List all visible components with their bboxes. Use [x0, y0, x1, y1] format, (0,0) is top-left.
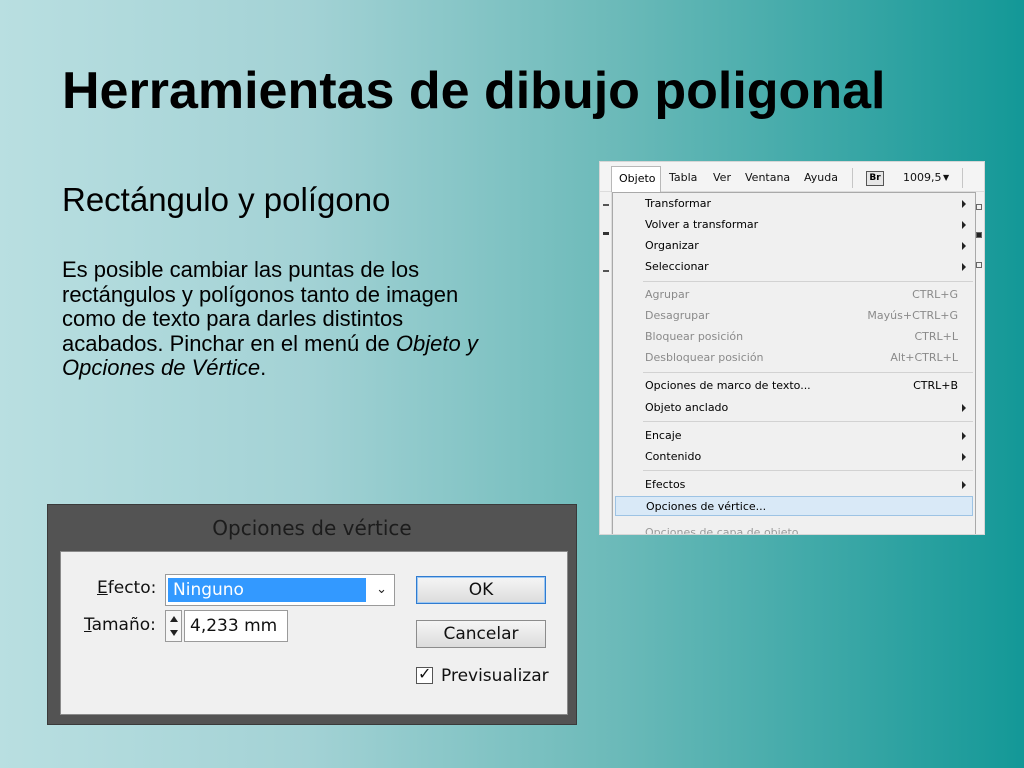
menu-separator [643, 421, 973, 422]
menubar-item-ayuda[interactable]: Ayuda [804, 171, 838, 184]
menubar-separator [962, 168, 963, 188]
submenu-arrow-icon [962, 200, 966, 208]
zoom-dropdown-icon[interactable]: ▼ [943, 173, 949, 182]
menu-item-opciones-de-vertice[interactable]: Opciones de vértice... [615, 496, 973, 516]
submenu-arrow-icon [962, 404, 966, 412]
menu-screenshot: Objeto Tabla Ver Ventana Ayuda Br 1009,5… [599, 161, 985, 535]
menu-item-desbloquear-posicion[interactable]: Desbloquear posición Alt+CTRL+L [613, 348, 975, 368]
menu-separator [643, 470, 973, 471]
body-end: . [260, 355, 267, 380]
menubar: Objeto Tabla Ver Ventana Ayuda Br 1009,5… [600, 162, 984, 192]
menu-item-transformar[interactable]: Transformar [613, 194, 975, 214]
chevron-down-icon: ⌄ [376, 582, 387, 597]
bridge-icon[interactable]: Br [866, 171, 884, 186]
menubar-item-objeto[interactable]: Objeto [611, 166, 661, 192]
menu-item-encaje[interactable]: Encaje [613, 426, 975, 446]
submenu-arrow-icon [962, 453, 966, 461]
tools-strip [600, 192, 612, 534]
stepper-up-icon[interactable] [170, 616, 178, 622]
efecto-value: Ninguno [168, 578, 366, 602]
cancel-button[interactable]: Cancelar [416, 620, 546, 648]
submenu-arrow-icon [962, 242, 966, 250]
menu-item-contenido[interactable]: Contenido [613, 447, 975, 467]
tamano-label: Tamaño: [84, 615, 156, 635]
menu-item-organizar[interactable]: Organizar [613, 236, 975, 256]
efecto-select[interactable]: Ninguno ⌄ [165, 574, 395, 606]
submenu-arrow-icon [962, 432, 966, 440]
menu-separator [643, 281, 973, 282]
dialog-title: Opciones de vértice [212, 516, 412, 540]
menu-item-volver-a-transformar[interactable]: Volver a transformar [613, 215, 975, 235]
menubar-item-ventana[interactable]: Ventana [745, 171, 790, 184]
check-icon: ✓ [418, 664, 432, 683]
submenu-arrow-icon [962, 221, 966, 229]
slide-subtitle: Rectángulo y polígono [62, 181, 391, 218]
menu-separator [643, 372, 973, 373]
preview-label: Previsualizar [441, 666, 549, 686]
zoom-level[interactable]: 1009,5 [903, 171, 942, 184]
menu-item-seleccionar[interactable]: Seleccionar [613, 257, 975, 277]
menubar-item-ver[interactable]: Ver [713, 171, 731, 184]
slide-body: Es posible cambiar las puntas de los rec… [62, 257, 502, 381]
menubar-item-tabla[interactable]: Tabla [669, 171, 697, 184]
tamano-stepper[interactable] [165, 610, 182, 642]
preview-checkbox[interactable]: ✓ [416, 664, 433, 684]
efecto-label: Efecto: [97, 578, 157, 598]
menubar-separator [852, 168, 853, 188]
menu-item-objeto-anclado[interactable]: Objeto anclado [613, 398, 975, 418]
menu-item-agrupar[interactable]: Agrupar CTRL+G [613, 285, 975, 305]
menu-item-opciones-capa-objeto[interactable]: Opciones de capa de objeto... [613, 523, 975, 534]
dialog-body: Efecto: Ninguno ⌄ Tamaño: 4,233 mm OK Ca… [60, 551, 568, 715]
menu-item-desagrupar[interactable]: Desagrupar Mayús+CTRL+G [613, 306, 975, 326]
tamano-input[interactable]: 4,233 mm [184, 610, 288, 642]
slide-title: Herramientas de dibujo poligonal [62, 62, 886, 120]
objeto-menu: Transformar Volver a transformar Organiz… [612, 192, 976, 534]
stepper-down-icon[interactable] [170, 630, 178, 636]
opciones-de-vertice-dialog: Opciones de vértice Efecto: Ninguno ⌄ Ta… [47, 504, 577, 725]
menu-item-bloquear-posicion[interactable]: Bloquear posición CTRL+L [613, 327, 975, 347]
menu-item-opciones-marco-texto[interactable]: Opciones de marco de texto... CTRL+B [613, 376, 975, 396]
menu-item-efectos[interactable]: Efectos [613, 475, 975, 495]
ok-button[interactable]: OK [416, 576, 546, 604]
submenu-arrow-icon [962, 263, 966, 271]
submenu-arrow-icon [962, 481, 966, 489]
